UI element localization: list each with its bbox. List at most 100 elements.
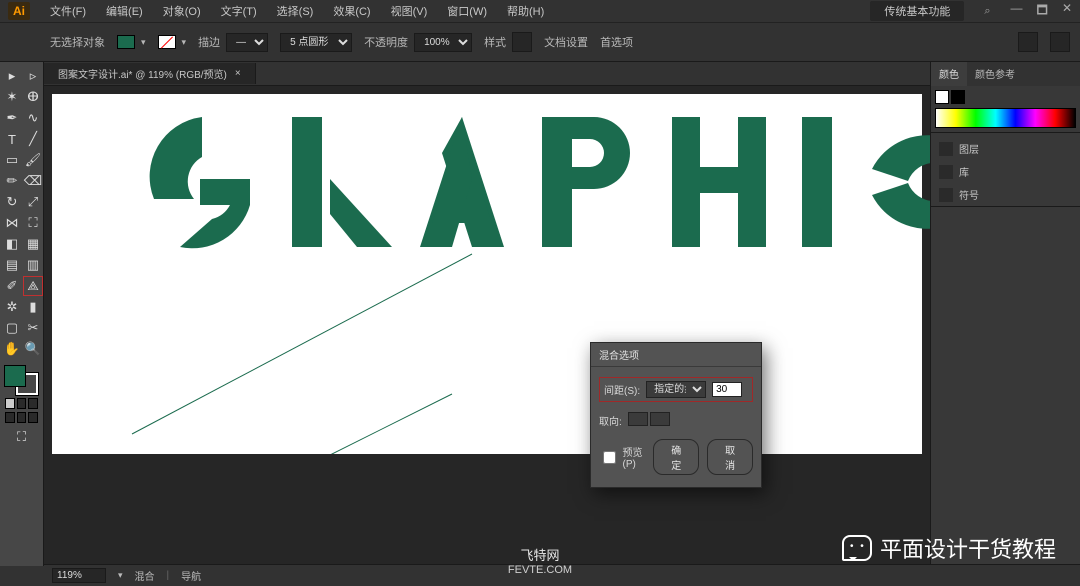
tab-color-guide[interactable]: 颜色参考 [967, 62, 1023, 86]
width-tool[interactable]: ⋈ [2, 213, 22, 233]
panel-item-symbols[interactable]: 符号 [931, 183, 1080, 206]
column-graph-tool[interactable]: ▮ [23, 297, 43, 317]
cancel-button[interactable]: 取消 [707, 439, 753, 475]
orient-align-path-icon[interactable] [650, 412, 670, 426]
direct-selection-tool[interactable]: ▹ [23, 66, 43, 86]
menu-type[interactable]: 文字(T) [221, 3, 257, 19]
mesh-tool[interactable]: ▤ [2, 255, 22, 275]
panel-item-layers[interactable]: 图层 [931, 137, 1080, 160]
panel-item-libs[interactable]: 库 [931, 160, 1080, 183]
color-mode-row [2, 398, 41, 409]
chevron-down-icon[interactable]: ▾ [141, 37, 146, 48]
ok-button[interactable]: 确定 [653, 439, 699, 475]
stroke-weight-select[interactable]: — [226, 33, 268, 52]
preview-checkbox[interactable]: 预览(P) [599, 439, 645, 475]
style-swatch[interactable] [512, 32, 532, 52]
right-panels: 颜色 颜色参考 图层 库 符号 [930, 62, 1080, 566]
spectrum-strip[interactable] [935, 108, 1076, 128]
menu-select[interactable]: 选择(S) [277, 3, 314, 19]
symbol-sprayer-tool[interactable]: ✲ [2, 297, 22, 317]
slice-tool[interactable]: ✂ [23, 318, 43, 338]
scale-tool[interactable]: ⤢ [23, 192, 43, 212]
canvas[interactable]: 混合选项 间距(S): 指定的步数 取向: 预览(P) [44, 86, 930, 566]
zoom-input[interactable] [52, 568, 106, 583]
document-area: 图案文字设计.ai* @ 119% (RGB/预览) × [44, 62, 930, 566]
eraser-tool[interactable]: ⌫ [23, 171, 43, 191]
chevron-down-icon[interactable]: ▾ [118, 570, 123, 581]
swatch-black[interactable] [951, 90, 965, 104]
tab-color[interactable]: 颜色 [931, 62, 967, 86]
paintbrush-tool[interactable]: 🖌 [23, 150, 43, 170]
status-nav[interactable]: 导航 [181, 568, 201, 583]
artboard-tool[interactable]: ▢ [2, 318, 22, 338]
menu-object[interactable]: 对象(O) [163, 3, 201, 19]
preview-check[interactable] [599, 451, 620, 464]
type-tool[interactable]: T [2, 129, 22, 149]
status-bar: ▾ 混合 | 导航 [44, 564, 1080, 586]
rectangle-tool[interactable]: ▭ [2, 150, 22, 170]
fill-color[interactable] [4, 365, 26, 387]
menu-effect[interactable]: 效果(C) [333, 3, 370, 19]
zoom-tool[interactable]: 🔍 [23, 339, 43, 359]
toolbox: ▸ ▹ ✶ ⴲ ✒ ∿ T ╱ ▭ 🖌 ✏ ⌫ ↻ ⤢ ⋈ ⛶ ◧ ▦ ▤ ▥ … [0, 62, 44, 566]
selection-tool[interactable]: ▸ [2, 66, 22, 86]
eyedropper-tool[interactable]: ✐ [2, 276, 22, 296]
workspace-switcher[interactable]: 传统基本功能 [870, 1, 964, 21]
draw-normal[interactable] [5, 412, 15, 423]
draw-behind[interactable] [17, 412, 27, 423]
color-mode-solid[interactable] [5, 398, 15, 409]
line-tool[interactable]: ╱ [23, 129, 43, 149]
app-logo: Ai [8, 2, 30, 20]
blend-paths [52, 94, 922, 454]
screen-mode-row [2, 412, 41, 423]
window-controls: — 🗖 ✕ [1011, 1, 1072, 22]
orientation-label: 取向: [599, 413, 622, 428]
fill-swatch[interactable] [117, 35, 135, 49]
curvature-tool[interactable]: ∿ [23, 108, 43, 128]
lasso-tool[interactable]: ⴲ [23, 87, 43, 107]
stroke-swatch[interactable] [158, 35, 176, 49]
tab-close-icon[interactable]: × [235, 68, 241, 79]
color-mode-none[interactable] [28, 398, 38, 409]
orient-align-page-icon[interactable] [628, 412, 648, 426]
menu-help[interactable]: 帮助(H) [507, 3, 544, 19]
close-icon[interactable]: ✕ [1062, 1, 1072, 22]
spacing-steps-input[interactable] [712, 382, 742, 397]
swatch-white[interactable] [935, 90, 949, 104]
perspective-tool[interactable]: ▦ [23, 234, 43, 254]
align-icon[interactable] [1018, 32, 1038, 52]
dialog-title: 混合选项 [591, 343, 761, 367]
shaper-tool[interactable]: ✏ [2, 171, 22, 191]
spacing-mode-select[interactable]: 指定的步数 [646, 381, 706, 398]
chevron-down-icon[interactable]: ▾ [182, 37, 187, 48]
menu-view[interactable]: 视图(V) [391, 3, 428, 19]
fill-stroke-control[interactable] [2, 365, 40, 395]
free-transform-tool[interactable]: ⛶ [23, 213, 43, 233]
preferences-button[interactable]: 首选项 [600, 34, 633, 50]
arrange-icon[interactable] [1050, 32, 1070, 52]
opacity-select[interactable]: 100% [414, 33, 472, 52]
layers-icon [939, 142, 953, 156]
magic-wand-tool[interactable]: ✶ [2, 87, 22, 107]
blend-tool[interactable]: ⟁ [23, 276, 43, 296]
draw-inside[interactable] [28, 412, 38, 423]
gradient-tool[interactable]: ▥ [23, 255, 43, 275]
libraries-panel: 图层 库 符号 [931, 137, 1080, 207]
stroke-label: 描边 [198, 34, 220, 50]
menu-edit[interactable]: 编辑(E) [106, 3, 143, 19]
shape-builder-tool[interactable]: ◧ [2, 234, 22, 254]
search-icon[interactable]: ⌕ [984, 5, 990, 18]
pen-tool[interactable]: ✒ [2, 108, 22, 128]
screen-mode-tool[interactable]: ⛶ [12, 427, 32, 447]
brush-select[interactable]: 5 点圆形 [280, 33, 352, 52]
menu-file[interactable]: 文件(F) [50, 3, 86, 19]
document-tabs: 图案文字设计.ai* @ 119% (RGB/预览) × [44, 62, 930, 86]
hand-tool[interactable]: ✋ [2, 339, 22, 359]
minimize-icon[interactable]: — [1011, 1, 1023, 22]
rotate-tool[interactable]: ↻ [2, 192, 22, 212]
menu-window[interactable]: 窗口(W) [447, 3, 487, 19]
doc-setup-button[interactable]: 文档设置 [544, 34, 588, 50]
document-tab[interactable]: 图案文字设计.ai* @ 119% (RGB/预览) × [44, 63, 256, 84]
maximize-icon[interactable]: 🗖 [1037, 1, 1048, 22]
color-mode-gradient[interactable] [17, 398, 27, 409]
